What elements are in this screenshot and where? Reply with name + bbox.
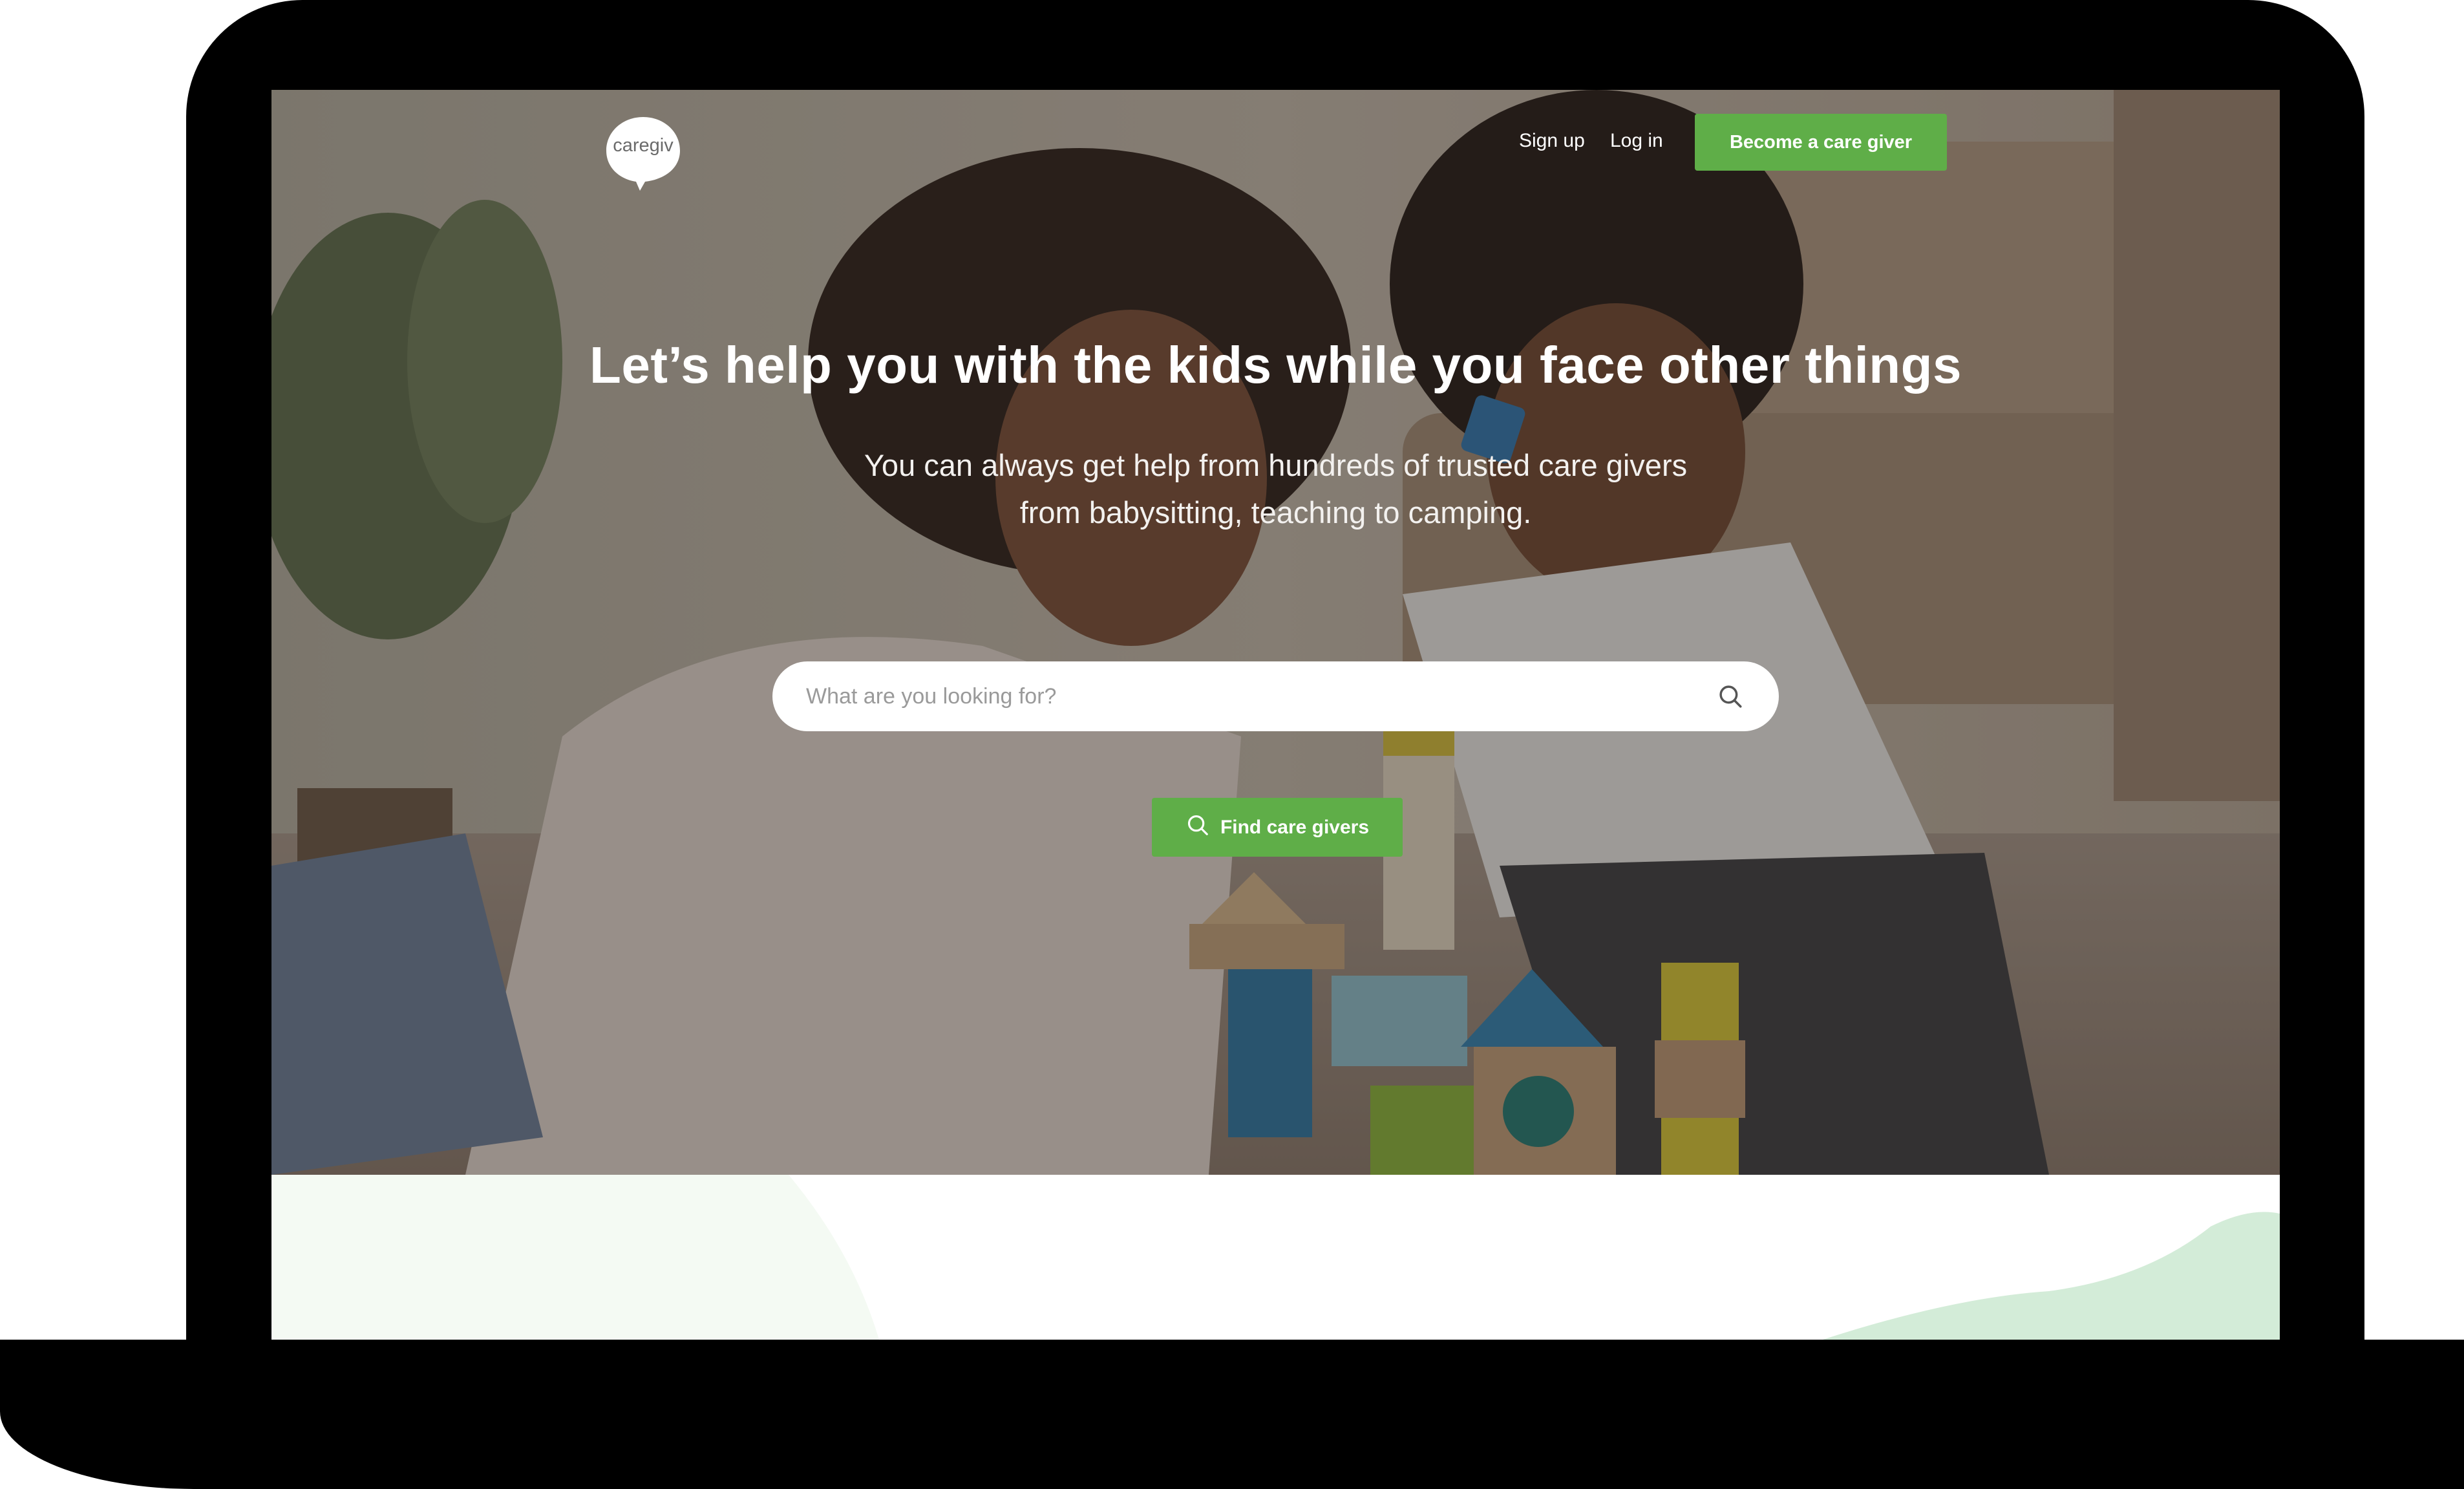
hero-overlay	[271, 90, 2280, 1175]
search-icon[interactable]	[1714, 680, 1747, 712]
device-mockup: caregiv Sign up Log in Become a care giv…	[0, 0, 2464, 1489]
decorative-shapes	[271, 1175, 2280, 1340]
laptop-base	[0, 1340, 2464, 1489]
hero-subtitle-line-1: You can always get help from hundreds of…	[864, 448, 1688, 482]
below-hero-section	[271, 1175, 2280, 1340]
search-input[interactable]	[805, 683, 1714, 710]
logo-text[interactable]: caregiv	[604, 135, 683, 156]
hero-subtitle-line-2: from babysitting, teaching to camping.	[1019, 495, 1532, 530]
browser-screen: caregiv Sign up Log in Become a care giv…	[271, 90, 2280, 1340]
search-icon	[1185, 813, 1210, 842]
hero-subtitle: You can always get help from hundreds of…	[271, 442, 2280, 536]
signup-link[interactable]: Sign up	[1519, 130, 1585, 152]
become-care-giver-button[interactable]: Become a care giver	[1695, 114, 1947, 171]
search-bar	[772, 661, 1779, 731]
find-care-givers-button[interactable]: Find care givers	[1152, 798, 1403, 857]
hero-section: caregiv Sign up Log in Become a care giv…	[271, 90, 2280, 1175]
login-link[interactable]: Log in	[1610, 130, 1663, 152]
hero-headline: Let’s help you with the kids while you f…	[589, 336, 1962, 394]
find-care-givers-label: Find care givers	[1220, 816, 1370, 838]
